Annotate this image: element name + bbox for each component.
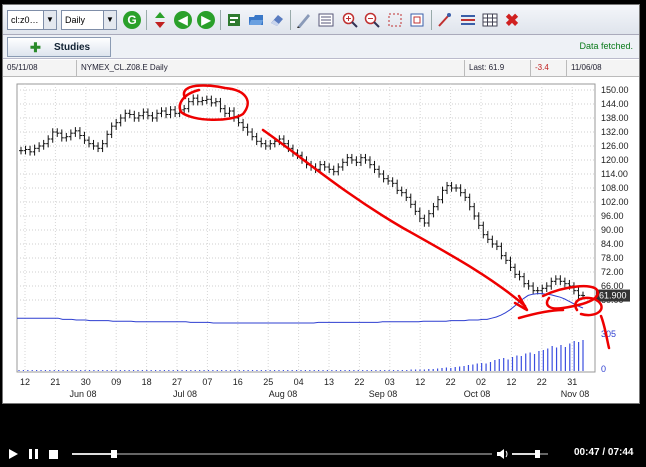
y-tick-label: 72.00 bbox=[601, 267, 624, 277]
x-tick-label: 22 bbox=[446, 377, 456, 387]
select-box-icon[interactable] bbox=[386, 11, 404, 29]
x-tick-label: 12 bbox=[415, 377, 425, 387]
y-tick-label: 150.00 bbox=[601, 85, 629, 95]
x-tick-label: 07 bbox=[202, 377, 212, 387]
chart-info-bar: 05/11/08 NYMEX_CL.Z08.E Daily Last: 61.9… bbox=[3, 60, 639, 77]
x-month-label: Jun 08 bbox=[69, 389, 96, 399]
stop-icon[interactable] bbox=[46, 446, 60, 462]
toolbar-divider bbox=[146, 10, 147, 30]
y-tick-label: 126.00 bbox=[601, 141, 629, 151]
volume-zero-label: 0 bbox=[601, 364, 606, 374]
y-tick-label: 120.00 bbox=[601, 155, 629, 165]
toolbar: cl:z0… ▼ Daily ▼ G ◀ ▶ ✖ bbox=[3, 5, 639, 35]
y-tick-label: 90.00 bbox=[601, 225, 624, 235]
seek-bar-fill bbox=[72, 453, 115, 455]
x-month-label: Aug 08 bbox=[269, 389, 298, 399]
forward-icon[interactable]: ▶ bbox=[197, 11, 215, 29]
y-tick-label: 132.00 bbox=[601, 127, 629, 137]
x-tick-label: 25 bbox=[263, 377, 273, 387]
studies-icon: ✚ bbox=[30, 40, 41, 55]
x-tick-label: 22 bbox=[354, 377, 364, 387]
volume-slider-fill bbox=[512, 453, 538, 455]
back-icon[interactable]: ◀ bbox=[174, 11, 192, 29]
price-chart[interactable]: 150.00 144.00 138.00 132.00 126.00 120.00 114.… bbox=[3, 78, 639, 404]
volume-slider[interactable] bbox=[512, 450, 548, 458]
x-tick-label: 22 bbox=[537, 377, 547, 387]
playback-time: 00:47 / 07:44 bbox=[574, 447, 634, 458]
period-select[interactable]: Daily ▼ bbox=[61, 10, 117, 30]
x-tick-label: 12 bbox=[20, 377, 30, 387]
data-status-text: Data fetched. bbox=[579, 41, 633, 51]
x-tick-label: 13 bbox=[324, 377, 334, 387]
close-icon[interactable]: ✖ bbox=[503, 11, 521, 29]
x-tick-label: 02 bbox=[476, 377, 486, 387]
x-tick-label: 12 bbox=[506, 377, 516, 387]
x-tick-label: 03 bbox=[385, 377, 395, 387]
last-price: Last: 61.9 bbox=[465, 60, 531, 77]
toolbar-divider bbox=[431, 10, 432, 30]
play-icon[interactable] bbox=[6, 446, 20, 462]
x-tick-label: 30 bbox=[81, 377, 91, 387]
x-tick-label: 16 bbox=[233, 377, 243, 387]
y-tick-label: 144.00 bbox=[601, 99, 629, 109]
plot-frame bbox=[16, 83, 596, 373]
line-tool-icon[interactable] bbox=[436, 11, 454, 29]
go-icon[interactable]: G bbox=[123, 11, 141, 29]
x-tick-label: 21 bbox=[50, 377, 60, 387]
x-tick-label: 27 bbox=[172, 377, 182, 387]
end-date: 11/06/08 bbox=[571, 63, 602, 72]
x-month-label: Jul 08 bbox=[173, 389, 197, 399]
x-tick-label: 09 bbox=[111, 377, 121, 387]
studies-button[interactable]: ✚ Studies bbox=[7, 37, 111, 57]
symbol-description: NYMEX_CL.Z08.E Daily bbox=[77, 60, 465, 77]
zoom-out-icon[interactable] bbox=[363, 11, 381, 29]
start-date: 05/11/08 bbox=[3, 60, 77, 77]
toolbar-divider bbox=[220, 10, 221, 30]
y-tick-label: 108.00 bbox=[601, 183, 629, 193]
x-month-label: Sep 08 bbox=[369, 389, 398, 399]
x-tick-label: 04 bbox=[294, 377, 304, 387]
open-icon[interactable] bbox=[247, 11, 265, 29]
studies-bar: ✚ Studies Data fetched. bbox=[3, 35, 639, 59]
x-month-label: Nov 08 bbox=[561, 389, 590, 399]
video-controls: 00:47 / 07:44 bbox=[0, 443, 646, 465]
pause-icon[interactable] bbox=[26, 446, 40, 462]
list-icon[interactable] bbox=[317, 11, 335, 29]
volume-marker-label: 305 bbox=[601, 329, 616, 339]
x-tick-label: 18 bbox=[142, 377, 152, 387]
chevron-down-icon[interactable]: ▼ bbox=[103, 11, 116, 29]
up-down-arrows-icon[interactable] bbox=[151, 11, 169, 29]
x-tick-label: 31 bbox=[567, 377, 577, 387]
y-tick-label: 78.00 bbox=[601, 253, 624, 263]
export-icon[interactable] bbox=[225, 11, 243, 29]
chart-application: cl:z0… ▼ Daily ▼ G ◀ ▶ ✖ ✚ Studies Data … bbox=[2, 4, 640, 404]
symbol-select-value: cl:z0… bbox=[11, 15, 39, 25]
studies-button-label: Studies bbox=[54, 41, 91, 53]
volume-icon[interactable] bbox=[496, 446, 510, 462]
fit-icon[interactable] bbox=[408, 11, 426, 29]
grid-icon[interactable] bbox=[481, 11, 499, 29]
y-tick-label: 138.00 bbox=[601, 113, 629, 123]
y-tick-label: 114.00 bbox=[601, 169, 628, 179]
horizontal-lines-icon[interactable] bbox=[459, 11, 477, 29]
price-change: -3.4 bbox=[531, 60, 567, 77]
y-tick-label: 102.00 bbox=[601, 197, 629, 207]
seek-bar[interactable] bbox=[72, 450, 492, 458]
price-chart-area[interactable]: 150.00 144.00 138.00 132.00 126.00 120.00 114.… bbox=[3, 78, 639, 404]
period-select-value: Daily bbox=[65, 15, 86, 25]
eraser-icon[interactable] bbox=[268, 11, 286, 29]
chevron-down-icon[interactable]: ▼ bbox=[43, 11, 56, 29]
y-tick-label: 66.00 bbox=[601, 281, 624, 291]
video-frame: cl:z0… ▼ Daily ▼ G ◀ ▶ ✖ ✚ Studies Data … bbox=[0, 0, 646, 467]
draw-tool-icon[interactable] bbox=[295, 11, 313, 29]
symbol-select[interactable]: cl:z0… ▼ bbox=[7, 10, 57, 30]
toolbar-divider bbox=[290, 10, 291, 30]
x-month-label: Oct 08 bbox=[464, 389, 491, 399]
y-tick-label: 84.00 bbox=[601, 239, 624, 249]
zoom-in-icon[interactable] bbox=[341, 11, 359, 29]
seek-handle[interactable] bbox=[111, 450, 118, 458]
volume-handle[interactable] bbox=[535, 450, 541, 458]
last-price-label: 61.900 bbox=[599, 291, 627, 301]
y-tick-label: 96.00 bbox=[601, 211, 624, 221]
